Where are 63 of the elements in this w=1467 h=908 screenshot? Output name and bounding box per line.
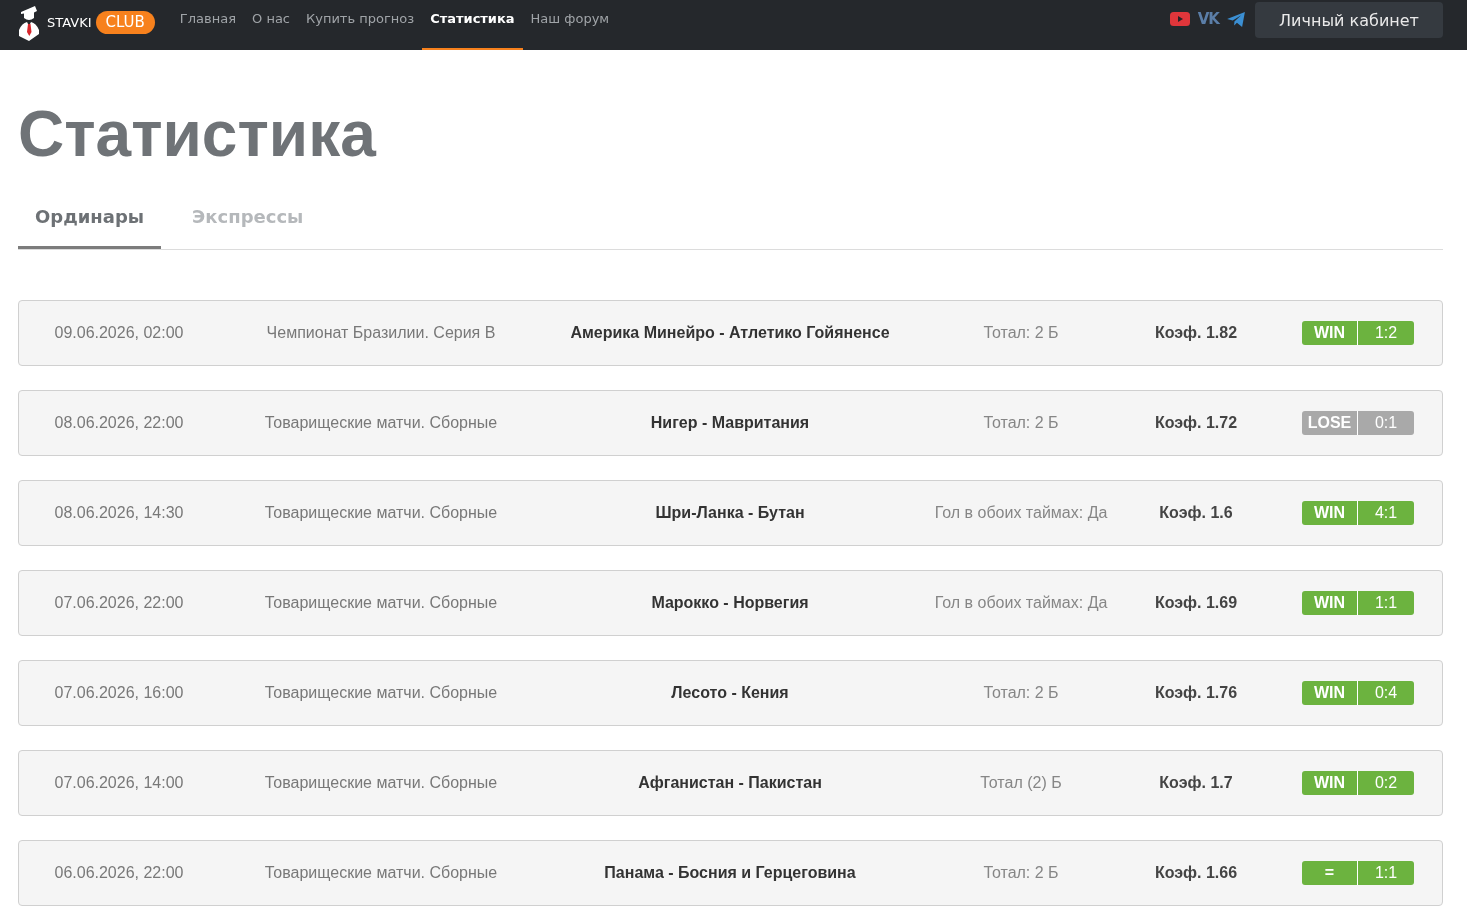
match-text: Афганистан - Пакистан	[638, 774, 822, 792]
league-text: Товарищеские матчи. Сборные	[264, 684, 498, 702]
league-text: Товарищеские матчи. Сборные	[264, 864, 498, 882]
match-text: Лесото - Кения	[671, 684, 789, 702]
figure-logo-icon	[18, 3, 40, 41]
bet-text: Тотал: 2 Б	[983, 684, 1059, 702]
league-text: Товарищеские матчи. Сборные	[264, 774, 498, 792]
odds-text: Коэф. 1.6	[1159, 504, 1233, 522]
odds-text: Коэф. 1.69	[1154, 594, 1238, 612]
league-text: Товарищеские матчи. Сборные	[264, 414, 498, 432]
score-text: 4:1	[1357, 501, 1414, 525]
bet-text: Тотал: 2 Б	[983, 414, 1059, 432]
result-label: WIN	[1312, 683, 1347, 703]
date-text: 07.06.2026, 16:00	[54, 684, 184, 702]
date-text: 07.06.2026, 22:00	[54, 594, 184, 612]
score-text: 1:2	[1357, 321, 1414, 345]
date-text: 08.06.2026, 14:30	[54, 504, 184, 522]
odds-text: Коэф. 1.82	[1154, 324, 1238, 342]
bet-text: Тотал (2) Б	[980, 774, 1062, 792]
result-label: WIN	[1312, 593, 1347, 613]
date-text: 06.06.2026, 22:00	[54, 864, 184, 882]
page-title: Статистика	[18, 97, 378, 172]
account-button[interactable]: Личный кабинет	[1255, 2, 1443, 38]
result-label: =	[1323, 863, 1336, 883]
paper-plane-icon[interactable]	[1227, 11, 1245, 27]
date-text: 08.06.2026, 22:00	[54, 414, 184, 432]
nav-link[interactable]: Главная	[171, 0, 244, 50]
league-text: Товарищеские матчи. Сборные	[264, 594, 498, 612]
bet-text: Гол в обоих таймах: Да	[934, 504, 1108, 522]
play-icon[interactable]	[1169, 12, 1190, 26]
score-text: 0:1	[1357, 411, 1414, 435]
result-label: WIN	[1312, 773, 1347, 793]
score-text: 1:1	[1357, 861, 1414, 885]
result-label: WIN	[1312, 323, 1347, 343]
result-label: LOSE	[1306, 413, 1353, 433]
match-text: Америка Минейро - Атлетико Гойяненсе	[570, 324, 890, 342]
odds-text: Коэф. 1.66	[1154, 864, 1238, 882]
nav-link[interactable]: Статистика	[422, 0, 523, 50]
league-text: Товарищеские матчи. Сборные	[264, 504, 498, 522]
nav-link[interactable]: О нас	[244, 0, 298, 50]
score-text: 1:1	[1357, 591, 1414, 615]
result-label: WIN	[1312, 503, 1347, 523]
tab[interactable]: Ординары	[18, 190, 162, 249]
bet-text: Гол в обоих таймах: Да	[934, 594, 1108, 612]
bet-text: Тотал: 2 Б	[983, 864, 1059, 882]
match-text: Панама - Босния и Герцеговина	[604, 864, 856, 882]
brand-name: STAVKI	[47, 14, 92, 30]
odds-text: Коэф. 1.72	[1154, 414, 1238, 432]
match-text: Марокко - Норвегия	[651, 594, 809, 612]
date-text: 07.06.2026, 14:00	[54, 774, 184, 792]
odds-text: Коэф. 1.7	[1159, 774, 1233, 792]
bet-text: Тотал: 2 Б	[983, 324, 1059, 342]
club-badge: CLUB	[95, 10, 155, 34]
nav-link[interactable]: Наш форум	[522, 0, 618, 50]
nav-link[interactable]: Купить прогноз	[298, 0, 423, 50]
date-text: 09.06.2026, 02:00	[54, 324, 184, 342]
social-link[interactable]: VK	[1197, 10, 1219, 28]
league-text: Чемпионат Бразилии. Серия B	[266, 324, 496, 342]
odds-text: Коэф. 1.76	[1154, 684, 1238, 702]
score-text: 0:2	[1357, 771, 1414, 795]
match-text: Шри-Ланка - Бутан	[655, 504, 805, 522]
score-text: 0:4	[1357, 681, 1414, 705]
match-text: Нигер - Мавритания	[650, 414, 810, 432]
